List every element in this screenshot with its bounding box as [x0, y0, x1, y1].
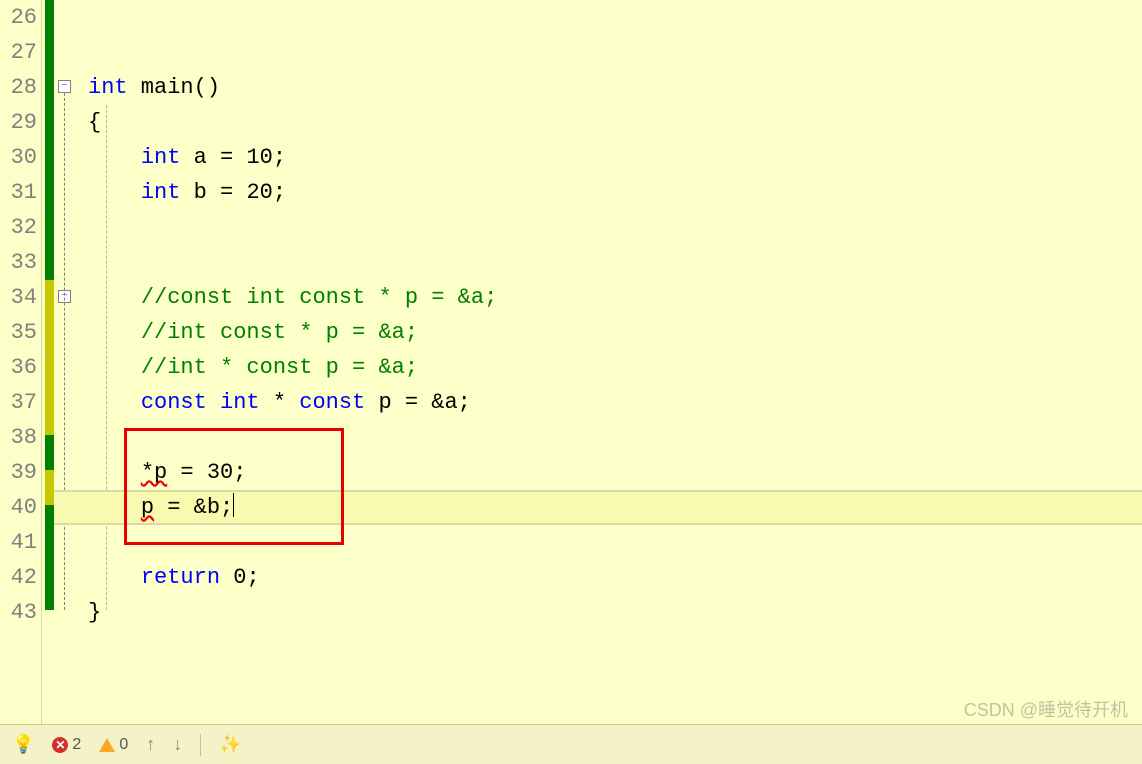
next-arrow-icon[interactable]: ↓ — [173, 734, 182, 755]
code-text-area[interactable]: int main() { int a = 10; int b = 20; //c… — [88, 0, 1142, 724]
fold-toggle-icon[interactable]: − — [58, 80, 71, 93]
error-squiggle: *p — [141, 460, 167, 485]
prev-arrow-icon[interactable]: ↑ — [146, 734, 155, 755]
lightbulb-icon[interactable]: 💡 — [12, 734, 34, 755]
error-squiggle: p — [141, 495, 154, 520]
text-cursor — [233, 493, 234, 517]
fold-column[interactable]: − − — [54, 0, 88, 724]
error-icon: ✕ — [52, 737, 68, 753]
error-count[interactable]: ✕ 2 — [52, 736, 81, 754]
status-bar: 💡 ✕ 2 0 ↑ ↓ ✨ — [0, 724, 1142, 764]
warning-count[interactable]: 0 — [99, 736, 128, 754]
separator — [200, 734, 201, 756]
change-marker-column — [42, 0, 54, 724]
code-editor[interactable]: 26 27 28 29 30 31 32 33 34 35 36 37 38 3… — [0, 0, 1142, 724]
line-number-gutter: 26 27 28 29 30 31 32 33 34 35 36 37 38 3… — [0, 0, 42, 724]
warning-icon — [99, 738, 115, 752]
wand-icon[interactable]: ✨ — [219, 734, 241, 755]
watermark-text: CSDN @睡觉待开机 — [964, 696, 1128, 722]
